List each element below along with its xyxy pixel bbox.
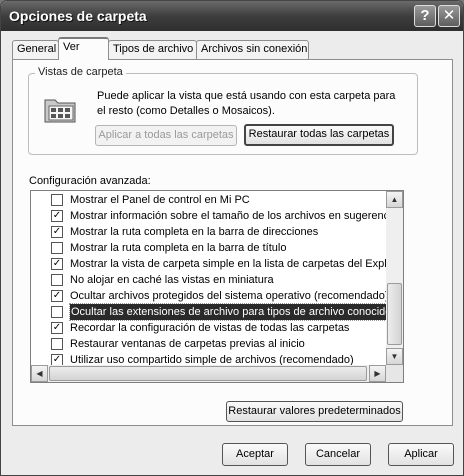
setting-label: No alojar en caché las vistas en miniatu… <box>70 274 274 286</box>
tab-ver[interactable]: Ver <box>58 37 109 60</box>
tab-general[interactable]: General <box>12 40 59 59</box>
setting-checkbox[interactable] <box>51 306 63 318</box>
arrow-right-icon: ▶ <box>374 369 381 378</box>
folder-views-group: Vistas de carpeta Puede aplicar la vista… <box>28 66 418 155</box>
setting-checkbox[interactable]: ✓ <box>51 258 63 270</box>
cancel-button[interactable]: Cancelar <box>305 443 371 466</box>
arrow-down-icon: ▼ <box>390 352 399 361</box>
advanced-setting-row[interactable]: Mostrar el Panel de control en Mi PC <box>31 192 386 208</box>
check-icon: ✓ <box>52 258 62 269</box>
setting-label: Mostrar la ruta completa en la barra de … <box>70 242 287 254</box>
advanced-settings-rows: Mostrar el Panel de control en Mi PC ✓ Mos… <box>31 192 386 366</box>
horizontal-scrollbar[interactable]: ◀ ▶ <box>31 365 386 382</box>
check-icon: ✓ <box>52 354 62 365</box>
window-title: Opciones de carpeta <box>9 8 147 24</box>
setting-checkbox[interactable] <box>51 274 63 286</box>
advanced-settings-list[interactable]: Mostrar el Panel de control en Mi PC ✓ Mos… <box>30 190 404 383</box>
tab-archivos-sin-conexion[interactable]: Archivos sin conexión <box>196 40 309 59</box>
tab-panel-ver: Vistas de carpeta Puede aplicar la vista… <box>12 59 453 426</box>
restore-defaults-button[interactable]: Restaurar valores predeterminados <box>226 401 403 422</box>
setting-label: Mostrar información sobre el tamaño de l… <box>70 210 386 222</box>
check-icon: ✓ <box>52 210 62 221</box>
check-icon: ✓ <box>52 226 62 237</box>
advanced-setting-row[interactable]: ✓ Utilizar uso compartido simple de archi… <box>31 352 386 366</box>
accept-button[interactable]: Aceptar <box>222 443 288 466</box>
arrow-up-icon: ▲ <box>390 195 399 204</box>
setting-checkbox[interactable] <box>51 194 63 206</box>
check-icon: ✓ <box>52 322 62 333</box>
scroll-down-button[interactable]: ▼ <box>386 348 403 365</box>
vertical-scroll-thumb[interactable] <box>387 283 402 345</box>
scroll-up-button[interactable]: ▲ <box>386 191 403 208</box>
advanced-setting-row[interactable]: No alojar en caché las vistas en miniatu… <box>31 272 386 288</box>
setting-checkbox[interactable]: ✓ <box>51 210 63 222</box>
arrow-left-icon: ◀ <box>36 369 43 378</box>
setting-checkbox[interactable]: ✓ <box>51 226 63 238</box>
advanced-setting-row[interactable]: ✓ Mostrar la vista de carpeta simple en l… <box>31 256 386 272</box>
setting-checkbox[interactable] <box>51 242 63 254</box>
scrollbar-corner <box>386 365 403 382</box>
advanced-settings-label: Configuración avanzada: <box>29 175 151 187</box>
scroll-right-button[interactable]: ▶ <box>369 365 386 382</box>
advanced-setting-row[interactable]: ✓ Mostrar la ruta completa en la barra de… <box>31 224 386 240</box>
help-icon: ? <box>420 7 430 24</box>
folder-view-icon <box>44 99 76 123</box>
check-icon: ✓ <box>52 290 62 301</box>
advanced-setting-row[interactable]: ✓ Mostrar información sobre el tamaño de … <box>31 208 386 224</box>
advanced-setting-row[interactable]: ✓ Ocultar archivos protegidos del sistema… <box>31 288 386 304</box>
folder-views-description: Puede aplicar la vista que está usando c… <box>97 90 396 117</box>
setting-label: Ocultar las extensiones de archivo para … <box>69 303 386 321</box>
title-bar[interactable]: Opciones de carpeta ? ✕ <box>1 1 463 31</box>
advanced-setting-row[interactable]: Mostrar la ruta completa en la barra de … <box>31 240 386 256</box>
advanced-setting-row[interactable]: ✓ Recordar la configuración de vistas de … <box>31 320 386 336</box>
folder-views-legend: Vistas de carpeta <box>35 66 126 78</box>
apply-button[interactable]: Aplicar <box>388 443 454 466</box>
close-icon: ✕ <box>442 7 456 24</box>
tab-tipos-de-archivo[interactable]: Tipos de archivo <box>108 40 197 59</box>
help-button[interactable]: ? <box>414 5 436 27</box>
setting-label: Mostrar la vista de carpeta simple en la… <box>70 258 386 270</box>
folder-options-dialog: Opciones de carpeta ? ✕ General Ver Tipo… <box>0 0 464 476</box>
setting-checkbox[interactable] <box>51 338 63 350</box>
setting-label: Utilizar uso compartido simple de archiv… <box>70 354 354 366</box>
setting-label: Ocultar archivos protegidos del sistema … <box>70 290 386 302</box>
setting-label: Mostrar el Panel de control en Mi PC <box>70 194 250 206</box>
scroll-left-button[interactable]: ◀ <box>31 365 48 382</box>
setting-label: Recordar la configuración de vistas de t… <box>70 322 350 334</box>
advanced-setting-row[interactable]: Restaurar ventanas de carpetas previas a… <box>31 336 386 352</box>
close-button[interactable]: ✕ <box>438 5 460 27</box>
horizontal-scroll-thumb[interactable] <box>49 366 367 381</box>
reset-all-folders-button[interactable]: Restaurar todas las carpetas <box>244 124 394 146</box>
setting-label: Mostrar la ruta completa en la barra de … <box>70 226 319 238</box>
setting-label: Restaurar ventanas de carpetas previas a… <box>70 338 305 350</box>
vertical-scrollbar[interactable]: ▲ ▼ <box>386 191 403 365</box>
setting-checkbox[interactable]: ✓ <box>51 290 63 302</box>
apply-to-all-folders-button[interactable]: Aplicar a todas las carpetas <box>95 125 237 146</box>
advanced-setting-row[interactable]: Ocultar las extensiones de archivo para … <box>31 303 386 321</box>
setting-checkbox[interactable]: ✓ <box>51 322 63 334</box>
